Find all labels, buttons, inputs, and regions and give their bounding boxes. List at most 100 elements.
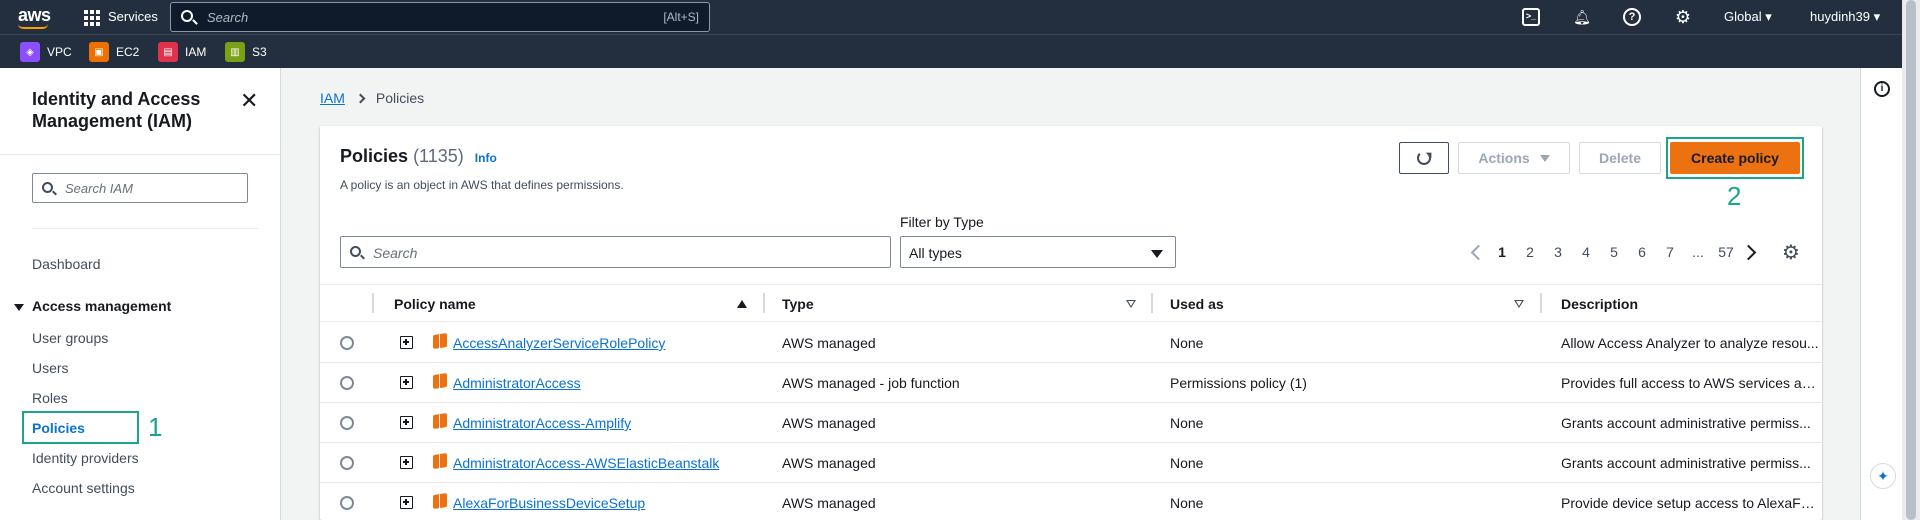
column-header-used-as[interactable]: Used as: [1170, 296, 1224, 312]
expand-icon[interactable]: [400, 496, 413, 509]
column-header-type[interactable]: Type: [782, 296, 814, 312]
aws-logo[interactable]: aws: [18, 5, 51, 26]
annotation-highlight-policies: [22, 411, 139, 444]
policy-name-link[interactable]: AccessAnalyzerServiceRolePolicy: [453, 335, 665, 351]
column-header-description[interactable]: Description: [1561, 296, 1638, 312]
row-select-radio[interactable]: [340, 376, 354, 390]
policy-used-as: None: [1170, 455, 1204, 471]
favorite-iam[interactable]: ▤ IAM: [158, 41, 206, 63]
page-57[interactable]: 57: [1712, 244, 1740, 260]
column-divider: [1540, 293, 1542, 313]
page-7[interactable]: 7: [1656, 244, 1684, 260]
table-row[interactable]: AdministratorAccess AWS managed - job fu…: [320, 363, 1822, 403]
search-shortcut-hint: [Alt+S]: [663, 10, 699, 24]
cloudshell-icon[interactable]: >_: [1522, 8, 1540, 26]
info-panel-icon[interactable]: i: [1874, 81, 1890, 97]
policy-type: AWS managed - job function: [782, 375, 960, 391]
previous-page-icon[interactable]: [1464, 242, 1488, 262]
table-row[interactable]: AccessAnalyzerServiceRolePolicy AWS mana…: [320, 323, 1822, 363]
s3-service-icon: ▥: [225, 42, 245, 62]
filter-by-type-label: Filter by Type: [900, 214, 984, 230]
favorites-bar: ◈ VPC ▣ EC2 ▤ IAM ▥ S3: [0, 34, 1902, 68]
policy-description: Provides full access to AWS services an.…: [1561, 375, 1819, 391]
actions-button[interactable]: Actions: [1458, 142, 1570, 174]
caret-down-icon: [1151, 250, 1163, 258]
annotation-step-2: 2: [1727, 181, 1742, 211]
sort-icon[interactable]: [1126, 300, 1136, 308]
breadcrumb-iam-link[interactable]: IAM: [320, 90, 345, 106]
next-page-icon[interactable]: [1740, 242, 1764, 262]
service-title: Identity and Access Management (IAM): [32, 89, 201, 131]
favorite-label: VPC: [47, 45, 72, 59]
expand-icon[interactable]: [400, 376, 413, 389]
page-ellipsis: ...: [1692, 244, 1704, 260]
policy-name-link[interactable]: AlexaForBusinessDeviceSetup: [453, 495, 645, 511]
expand-icon[interactable]: [400, 416, 413, 429]
annotation-highlight-create-policy: [1666, 137, 1804, 179]
expand-icon[interactable]: [400, 456, 413, 469]
table-row[interactable]: AlexaForBusinessDeviceSetup AWS managed …: [320, 483, 1822, 520]
policy-name-link[interactable]: AdministratorAccess-AWSElasticBeanstalk: [453, 455, 719, 471]
region-selector[interactable]: Global ▾: [1724, 9, 1772, 25]
favorite-label: EC2: [116, 45, 140, 59]
filter-type-value: All types: [909, 245, 962, 261]
scrollbar-thumb[interactable]: [1906, 0, 1916, 520]
expand-icon[interactable]: [400, 336, 413, 349]
page-3[interactable]: 3: [1544, 244, 1572, 260]
page-1[interactable]: 1: [1488, 244, 1516, 260]
row-select-radio[interactable]: [340, 456, 354, 470]
table-header: Policy name Type Used as Description: [320, 284, 1822, 322]
services-grid-icon[interactable]: [84, 10, 100, 26]
policies-search-input[interactable]: Search: [340, 236, 891, 268]
pagination: 1 2 3 4 5 6 7 ... 57: [1464, 242, 1764, 262]
refresh-button[interactable]: [1399, 142, 1449, 174]
account-menu[interactable]: huydinh39 ▾: [1810, 9, 1880, 25]
sidebar-section-access-management[interactable]: Access management: [14, 298, 171, 314]
policy-type: AWS managed: [782, 335, 876, 351]
aws-managed-policy-icon: [433, 453, 447, 469]
ec2-service-icon: ▣: [89, 42, 109, 62]
column-header-policy-name[interactable]: Policy name: [394, 296, 476, 312]
services-menu-button[interactable]: Services: [108, 9, 158, 24]
search-icon: [350, 246, 361, 257]
favorite-ec2[interactable]: ▣ EC2: [89, 41, 139, 63]
iam-service-icon: ▤: [158, 42, 178, 62]
favorite-s3[interactable]: ▥ S3: [225, 41, 267, 63]
sidebar-item-dashboard[interactable]: Dashboard: [32, 256, 101, 272]
filter-type-select[interactable]: All types: [900, 236, 1176, 268]
sidebar-item-identity-providers[interactable]: Identity providers: [32, 450, 139, 466]
close-icon[interactable]: ✕: [240, 88, 258, 114]
sort-ascending-icon[interactable]: [737, 300, 747, 308]
sidebar-item-users[interactable]: Users: [32, 360, 69, 376]
global-search-input[interactable]: Search [Alt+S]: [170, 2, 710, 32]
sort-icon[interactable]: [1514, 300, 1524, 308]
row-select-radio[interactable]: [340, 416, 354, 430]
favorite-vpc[interactable]: ◈ VPC: [20, 41, 72, 63]
policy-used-as: Permissions policy (1): [1170, 375, 1307, 391]
breadcrumb: IAM Policies: [320, 90, 424, 106]
favorite-label: IAM: [185, 45, 207, 59]
help-icon[interactable]: ?: [1623, 8, 1641, 26]
sidebar-item-account-settings[interactable]: Account settings: [32, 480, 135, 496]
page-6[interactable]: 6: [1628, 244, 1656, 260]
delete-button[interactable]: Delete: [1579, 142, 1661, 174]
policy-name-link[interactable]: AdministratorAccess-Amplify: [453, 415, 631, 431]
sidebar-item-user-groups[interactable]: User groups: [32, 330, 108, 346]
page-5[interactable]: 5: [1600, 244, 1628, 260]
policy-name-link[interactable]: AdministratorAccess: [453, 375, 581, 391]
notifications-bell-icon[interactable]: 🔔︎: [1573, 8, 1591, 26]
sidebar-item-roles[interactable]: Roles: [32, 390, 68, 406]
table-row[interactable]: AdministratorAccess-AWSElasticBeanstalk …: [320, 443, 1822, 483]
page-2[interactable]: 2: [1516, 244, 1544, 260]
top-navigation: aws Services Search [Alt+S] >_ 🔔︎ ? ⚙ Gl…: [0, 0, 1902, 34]
page-4[interactable]: 4: [1572, 244, 1600, 260]
table-preferences-gear-icon[interactable]: ⚙: [1782, 240, 1800, 265]
search-iam-input[interactable]: Search IAM: [32, 173, 248, 203]
settings-gear-icon[interactable]: ⚙: [1674, 8, 1692, 26]
table-row[interactable]: AdministratorAccess-Amplify AWS managed …: [320, 403, 1822, 443]
row-select-radio[interactable]: [340, 336, 354, 350]
row-select-radio[interactable]: [340, 496, 354, 510]
info-link[interactable]: Info: [475, 151, 497, 165]
assistant-chat-icon[interactable]: ✦: [1870, 463, 1896, 489]
scrollbar[interactable]: [1902, 0, 1920, 520]
